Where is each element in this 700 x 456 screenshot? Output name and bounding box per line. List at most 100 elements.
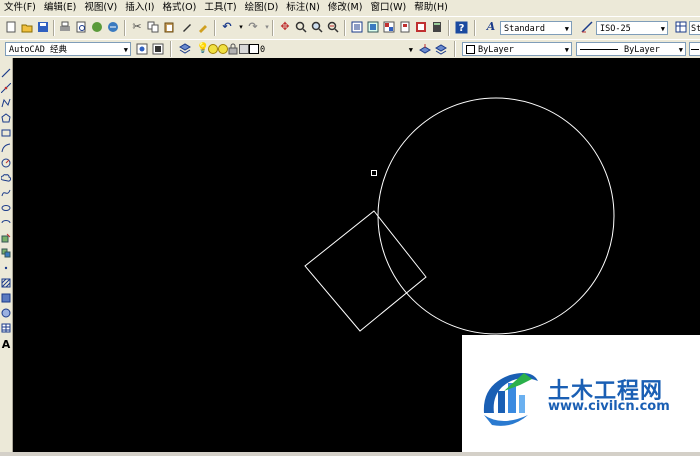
toolbar-separator [170, 41, 172, 57]
logo-emblem-icon [483, 373, 538, 426]
print-preview-icon[interactable] [74, 20, 88, 34]
undo-icon[interactable]: ↶ [220, 20, 234, 34]
menu-view[interactable]: 视图(V) [80, 1, 121, 15]
open-folder-icon[interactable] [20, 20, 34, 34]
circle-entity[interactable] [377, 97, 615, 335]
table-style-select[interactable]: St [689, 21, 700, 35]
properties-icon[interactable] [350, 20, 364, 34]
pan-icon[interactable]: ✥ [278, 20, 292, 34]
menu-file[interactable]: 文件(F) [0, 1, 40, 15]
standard-toolbar: ✂ ↶ ▾ ↷ ▾ ✥ ? A Standard ▼ ISO-25 ▼ St [0, 16, 700, 40]
logo-site-url: www.civilcn.com [548, 399, 670, 414]
linetype-sample [580, 49, 618, 50]
markup-icon[interactable] [414, 20, 428, 34]
ellipse-arc-tool-icon[interactable] [0, 216, 12, 229]
linetype-control-select[interactable]: ByLayer ▼ [576, 42, 686, 56]
toolbar-separator [454, 41, 456, 57]
toolbar-separator [448, 20, 450, 36]
toolbar-separator [53, 20, 55, 36]
ellipse-tool-icon[interactable] [0, 201, 12, 214]
menu-edit[interactable]: 编辑(E) [40, 1, 80, 15]
menu-insert[interactable]: 插入(I) [121, 1, 158, 15]
sheet-set-icon[interactable] [398, 20, 412, 34]
rectangle-tool-icon[interactable] [0, 126, 12, 139]
region-tool-icon[interactable] [0, 306, 12, 319]
menu-draw[interactable]: 绘图(D) [241, 1, 283, 15]
make-block-tool-icon[interactable] [0, 246, 12, 259]
multiline-text-tool-icon[interactable]: A [0, 338, 12, 351]
zoom-previous-icon[interactable] [326, 20, 340, 34]
menu-format[interactable]: 格式(O) [158, 1, 200, 15]
svg-text:?: ? [458, 23, 464, 34]
dim-style-value: ISO-25 [600, 24, 631, 34]
insert-block-tool-icon[interactable] [0, 231, 12, 244]
line-tool-icon[interactable] [0, 66, 12, 79]
lineweight-sample [691, 49, 699, 50]
crosshair-pickbox [371, 170, 377, 176]
paste-icon[interactable] [162, 20, 176, 34]
color-value: ByLayer [478, 45, 514, 55]
draw-toolbar: A [0, 58, 13, 452]
publish-icon[interactable] [90, 20, 104, 34]
plot-icon[interactable] [106, 20, 120, 34]
dim-style-icon [580, 20, 594, 34]
chevron-down-icon: ▼ [564, 46, 569, 54]
cut-icon[interactable]: ✂ [130, 20, 144, 34]
circle-tool-icon[interactable] [0, 156, 12, 169]
zoom-window-icon[interactable] [310, 20, 324, 34]
toolbar-separator [272, 20, 274, 36]
polyline-tool-icon[interactable] [0, 96, 12, 109]
table-style-icon [674, 20, 688, 34]
toolbar-separator [344, 20, 346, 36]
construction-line-tool-icon[interactable] [0, 81, 12, 94]
chevron-down-icon: ▼ [678, 46, 683, 54]
layer-manager-icon[interactable] [178, 42, 192, 56]
color-swatch [466, 45, 475, 54]
layer-select[interactable]: 0 ▼ [256, 42, 416, 56]
watermark-logo: 土木工程网 www.civilcn.com [462, 335, 700, 452]
copy-icon[interactable] [146, 20, 160, 34]
help-icon[interactable]: ? [454, 20, 468, 34]
color-control-select[interactable]: ByLayer ▼ [462, 42, 572, 56]
save-icon[interactable] [36, 20, 50, 34]
lineweight-control-select[interactable] [689, 42, 700, 56]
new-file-icon[interactable] [4, 20, 18, 34]
menu-window[interactable]: 窗口(W) [366, 1, 410, 15]
tool-palettes-icon[interactable] [382, 20, 396, 34]
menu-bar: 文件(F) 编辑(E) 视图(V) 插入(I) 格式(O) 工具(T) 绘图(D… [0, 0, 700, 16]
table-style-value: St [691, 24, 700, 34]
zoom-realtime-icon[interactable] [294, 20, 308, 34]
gradient-tool-icon[interactable] [0, 291, 12, 304]
hatch-tool-icon[interactable] [0, 276, 12, 289]
print-icon[interactable] [58, 20, 72, 34]
text-style-select[interactable]: Standard ▼ [500, 21, 572, 35]
dim-style-select[interactable]: ISO-25 ▼ [596, 21, 668, 35]
menu-help[interactable]: 帮助(H) [410, 1, 452, 15]
chevron-down-icon: ▼ [660, 25, 665, 33]
toolbar-separator [214, 20, 216, 36]
match-properties-icon[interactable] [196, 20, 210, 34]
menu-dimension[interactable]: 标注(N) [282, 1, 324, 15]
menu-tools[interactable]: 工具(T) [200, 1, 240, 15]
workspace-value: AutoCAD 经典 [9, 45, 67, 55]
polygon-tool-icon[interactable] [0, 111, 12, 124]
table-tool-icon[interactable] [0, 321, 12, 334]
toolbar-separator [124, 20, 126, 36]
redo-icon[interactable]: ↷ [246, 20, 260, 34]
arc-tool-icon[interactable] [0, 141, 12, 154]
square-entity[interactable] [304, 210, 427, 332]
spline-tool-icon[interactable] [0, 186, 12, 199]
make-layer-current-icon[interactable] [418, 42, 432, 56]
calculator-icon[interactable] [430, 20, 444, 34]
point-tool-icon[interactable] [0, 261, 12, 274]
text-style-icon: A [486, 20, 496, 33]
workspace-settings-icon[interactable] [135, 42, 149, 56]
revision-cloud-tool-icon[interactable] [0, 171, 12, 184]
design-center-icon[interactable] [366, 20, 380, 34]
layer-previous-icon[interactable] [434, 42, 448, 56]
pen-icon[interactable] [180, 20, 194, 34]
save-workspace-icon[interactable] [151, 42, 165, 56]
layers-toolbar: AutoCAD 经典 ▼ 💡 0 ▼ ByLayer ▼ ByLayer ▼ [0, 39, 700, 60]
workspace-select[interactable]: AutoCAD 经典 ▼ [5, 42, 131, 56]
menu-modify[interactable]: 修改(M) [324, 1, 367, 15]
